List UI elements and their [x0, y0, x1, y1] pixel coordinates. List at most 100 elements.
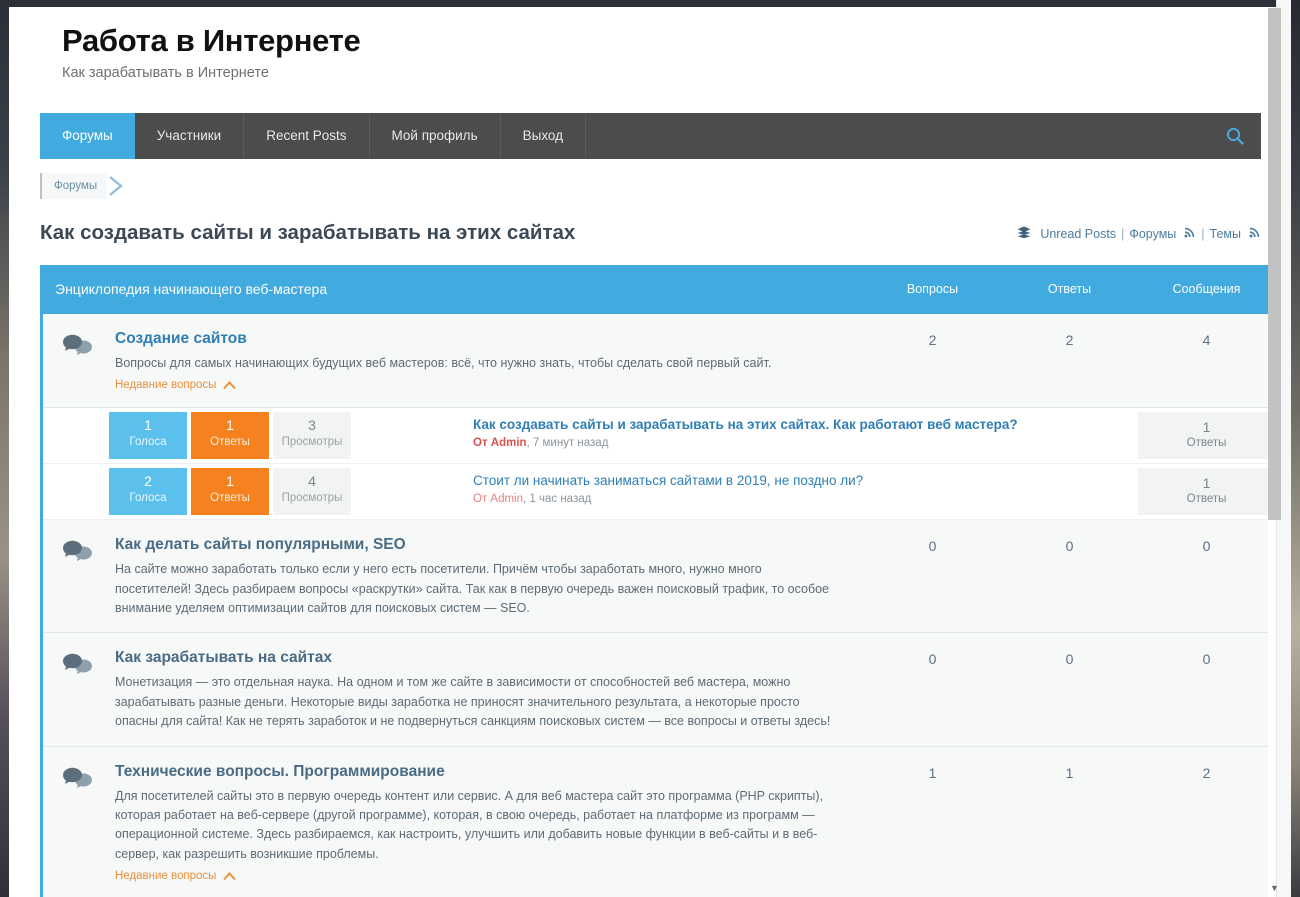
nav-item-logout[interactable]: Выход	[501, 112, 587, 159]
topic-replies-label: Ответы	[1186, 493, 1227, 506]
topic-replies-label: Ответы	[1186, 437, 1227, 450]
forum-description: Вопросы для самых начинающих будущих веб…	[115, 355, 772, 370]
topic-views-box: 4 Просмотры	[273, 468, 351, 516]
topic-time: , 7 минут назад	[526, 437, 609, 450]
rss-icon-forums[interactable]	[1184, 226, 1196, 241]
forum-row: Как делать сайты популярными, SEO На сайт…	[43, 520, 1268, 634]
topic-votes-label: Голоса	[129, 435, 167, 448]
forum-list: Создание сайтов Вопросы для самых начинаю…	[43, 313, 1268, 897]
page-title: Как создавать сайты и зарабатывать на эт…	[40, 220, 576, 244]
forum-bubble-icon	[63, 536, 115, 618]
nav-item-recent-posts[interactable]: Recent Posts	[244, 112, 370, 159]
breadcrumb-chevron-icon	[105, 173, 131, 199]
topic-answers-count: 1	[226, 417, 234, 434]
forum-bubble-icon	[63, 763, 115, 885]
topic-views-box: 3 Просмотры	[273, 412, 351, 460]
main-navigation: Форумы Участники Recent Posts Мой профил…	[40, 112, 1261, 159]
desktop-left-edge	[0, 0, 9, 897]
forums-feed-link[interactable]: Форумы	[1129, 227, 1176, 241]
site-header: Работа в Интернете Как зарабатывать в Ин…	[16, 7, 1261, 91]
forum-answers-count: 0	[1065, 538, 1074, 555]
forum-table: Энциклопедия начинающего веб-мастера Воп…	[40, 264, 1268, 897]
forum-bubble-icon	[63, 330, 115, 393]
forum-description: Монетизация — это отдельная наука. На од…	[115, 675, 831, 729]
header-link-group: Unread Posts | Форумы | Темы	[1017, 226, 1261, 245]
rss-icon-topics[interactable]	[1249, 226, 1261, 241]
forum-answers-count: 2	[1065, 331, 1074, 348]
forum-answers-count: 1	[1065, 764, 1074, 781]
nav-item-members[interactable]: Участники	[135, 112, 245, 159]
forum-description: Для посетителей сайты это в первую очере…	[115, 788, 824, 861]
forum-row: Как зарабатывать на сайтах Монетизация — …	[43, 633, 1268, 747]
category-title[interactable]: Энциклопедия начинающего веб-мастера	[43, 281, 864, 297]
topic-views-label: Просмотры	[281, 435, 343, 448]
column-header-questions: Вопросы	[906, 282, 959, 297]
topic-row: 1 Голоса 1 Ответы 3 Просмотры Как создавать са…	[43, 408, 1268, 465]
topic-author[interactable]: От Admin	[473, 493, 523, 505]
forum-posts-count: 2	[1202, 764, 1211, 781]
topic-answers-count: 1	[226, 473, 234, 490]
column-header-answers: Ответы	[1047, 282, 1092, 297]
topic-answers-label: Ответы	[210, 491, 250, 504]
breadcrumb-item-forums[interactable]: Форумы	[40, 172, 108, 199]
topic-meta: От Admin, 1 час назад	[473, 493, 1120, 505]
recent-questions-label: Недавние вопросы	[115, 379, 217, 392]
forum-questions-count: 0	[928, 538, 937, 555]
stack-icon	[1017, 226, 1031, 242]
topic-replies-box: 1 Ответы	[1138, 412, 1268, 460]
topic-meta: От Admin, 7 минут назад	[473, 437, 1120, 449]
topic-stats: 2 Голоса 1 Ответы 4 Просмотры	[43, 464, 473, 519]
breadcrumb-label: Форумы	[54, 179, 98, 192]
page-scrollbar-thumb[interactable]	[1268, 8, 1281, 520]
desktop-right-edge	[1291, 0, 1300, 897]
forum-description: На сайте можно заработать только если у …	[115, 562, 830, 616]
site-tagline: Как зарабатывать в Интернете	[62, 64, 269, 81]
topic-views-count: 4	[308, 473, 316, 490]
recent-questions-toggle[interactable]: Недавние вопросы	[115, 870, 237, 883]
forum-posts-count: 4	[1202, 331, 1211, 348]
forum-name-link[interactable]: Создание сайтов	[115, 330, 840, 348]
topic-votes-box: 2 Голоса	[109, 468, 187, 516]
browser-window: Работа в Интернете Как зарабатывать в Ин…	[0, 0, 1300, 897]
topics-feed-link[interactable]: Темы	[1210, 227, 1241, 241]
topic-time: , 1 час назад	[523, 493, 592, 506]
topic-answers-box: 1 Ответы	[191, 412, 269, 460]
topic-stats: 1 Голоса 1 Ответы 3 Просмотры	[43, 408, 473, 463]
nav-item-my-profile[interactable]: Мой профиль	[370, 112, 501, 159]
forum-questions-count: 0	[928, 651, 937, 668]
forum-posts-count: 0	[1202, 651, 1211, 668]
topic-views-count: 3	[308, 417, 316, 434]
forum-name-link[interactable]: Как зарабатывать на сайтах	[115, 649, 840, 667]
page-scrollbar-track[interactable]: ▼	[1268, 0, 1291, 897]
nav-item-forums[interactable]: Форумы	[40, 112, 135, 159]
forum-row: Технические вопросы. Программирование Для…	[43, 746, 1268, 897]
forum-answers-count: 0	[1065, 651, 1074, 668]
forum-name-link[interactable]: Как делать сайты популярными, SEO	[115, 536, 840, 554]
topic-row: 2 Голоса 1 Ответы 4 Просмотры Стоит ли начинат…	[43, 464, 1268, 521]
topic-replies-box: 1 Ответы	[1138, 468, 1268, 516]
page-viewport: Работа в Интернете Как зарабатывать в Ин…	[9, 7, 1268, 897]
search-icon[interactable]	[1209, 113, 1261, 159]
topic-author[interactable]: От Admin	[473, 437, 527, 449]
forum-name-link[interactable]: Технические вопросы. Программирование	[115, 763, 840, 781]
unread-posts-link[interactable]: Unread Posts	[1040, 227, 1116, 241]
topic-views-label: Просмотры	[281, 491, 343, 504]
forum-questions-count: 1	[928, 764, 937, 781]
topic-title-link[interactable]: Стоит ли начинать заниматься сайтами в 2…	[473, 473, 1120, 488]
recent-questions-label: Недавние вопросы	[115, 870, 217, 883]
recent-questions-toggle[interactable]: Недавние вопросы	[115, 379, 237, 392]
forum-table-header: Энциклопедия начинающего веб-мастера Воп…	[43, 264, 1268, 314]
link-separator-2: |	[1201, 226, 1205, 241]
topic-votes-count: 2	[144, 473, 152, 490]
column-header-posts: Сообщения	[1172, 282, 1241, 297]
topic-votes-box: 1 Голоса	[109, 412, 187, 460]
topic-replies-count: 1	[1202, 475, 1211, 492]
topic-replies-count: 1	[1202, 419, 1211, 436]
scrollbar-down-arrow-icon[interactable]: ▼	[1268, 882, 1281, 895]
forum-questions-count: 2	[928, 331, 937, 348]
content-header: Как создавать сайты и зарабатывать на эт…	[40, 221, 1261, 245]
breadcrumb: Форумы	[40, 172, 1261, 199]
forum-row: Создание сайтов Вопросы для самых начинаю…	[43, 313, 1268, 409]
topic-title-link[interactable]: Как создавать сайты и зарабатывать на эт…	[473, 417, 1120, 432]
topic-votes-label: Голоса	[129, 491, 167, 504]
